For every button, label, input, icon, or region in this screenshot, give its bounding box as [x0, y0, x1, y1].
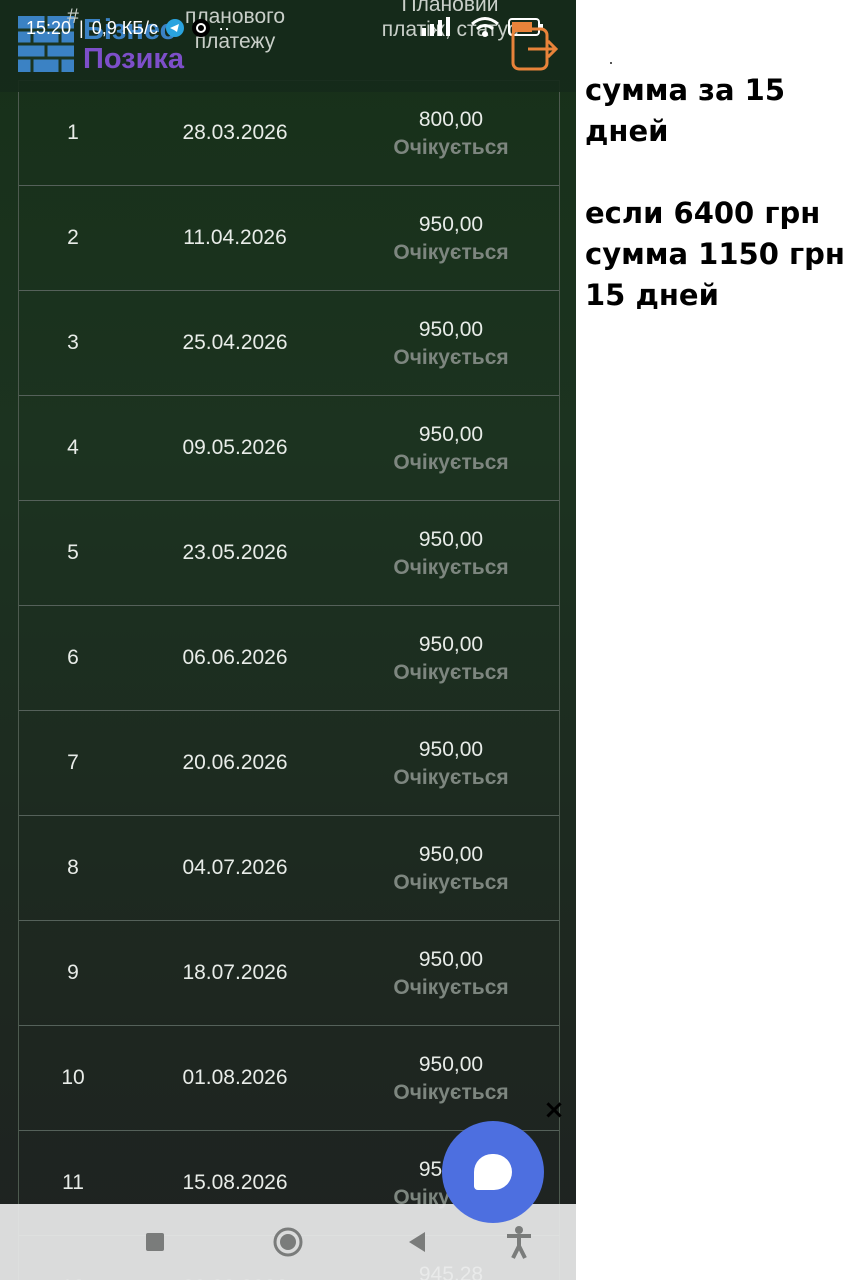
row-status: Очікується [393, 871, 509, 894]
row-date: 23.05.2026 [182, 541, 288, 564]
note-line-1: сумма за 15 [585, 73, 786, 107]
row-status: Очікується [393, 661, 509, 684]
row-amount: 950,00 [418, 528, 484, 551]
status-bar: 15:20 | 0,9 КБ/с ·· [26, 15, 230, 41]
row-date: 11.04.2026 [183, 226, 287, 249]
table-row: 3 25.04.2026 950,00 Очікується [19, 290, 559, 395]
status-time: 15:20 [26, 17, 72, 38]
row-number: 10 [61, 1066, 85, 1089]
row-amount: 950,00 [418, 738, 484, 761]
row-number: 8 [67, 856, 79, 879]
close-icon[interactable]: × [540, 1096, 568, 1124]
nav-home-icon[interactable] [270, 1224, 306, 1260]
row-amount: 950,00 [418, 843, 484, 866]
row-status: Очікується [393, 346, 509, 369]
row-status: Очікується [393, 241, 509, 264]
row-status: Очікується [393, 136, 509, 159]
status-speed: 0,9 КБ/с [91, 17, 159, 38]
nav-recent-icon[interactable] [137, 1224, 173, 1260]
phone-screen: Бізнес Позика 15:20 | 0,9 КБ/с ·· # план… [0, 0, 576, 1280]
accessibility-icon[interactable] [501, 1224, 537, 1260]
table-row: 6 06.06.2026 950,00 Очікується [19, 605, 559, 710]
row-status: Очікується [393, 556, 509, 579]
table-row: 10 01.08.2026 950,00 Очікується [19, 1025, 559, 1130]
row-date: 25.04.2026 [182, 331, 288, 354]
row-number: 4 [67, 436, 79, 459]
chat-icon [474, 1154, 512, 1190]
row-status: Очікується [393, 1081, 509, 1104]
table-row: 5 23.05.2026 950,00 Очікується [19, 500, 559, 605]
row-number: 1 [67, 121, 79, 144]
table-row: 2 11.04.2026 950,00 Очікується [19, 185, 559, 290]
nav-back-icon[interactable] [399, 1224, 435, 1260]
row-amount: 800,00 [418, 108, 484, 131]
wifi-icon [471, 17, 499, 37]
row-date: 04.07.2026 [182, 856, 288, 879]
status-more-icon: ·· [218, 17, 231, 38]
table-row: 8 04.07.2026 950,00 Очікується [19, 815, 559, 920]
note-line-5: 15 дней [585, 278, 719, 312]
exit-icon[interactable] [510, 26, 560, 72]
signal-icon [422, 17, 450, 36]
payment-schedule-table: 1 28.03.2026 800,00 Очікується 2 11.04.2026 95… [18, 80, 560, 1280]
row-amount: 950,00 [418, 423, 484, 446]
row-status: Очікується [393, 451, 509, 474]
row-date: 06.06.2026 [182, 646, 288, 669]
row-amount: 950,00 [418, 633, 484, 656]
table-row: 4 09.05.2026 950,00 Очікується [19, 395, 559, 500]
telegram-icon [166, 19, 185, 37]
annotation-notes: сумма за 15 дней если 6400 грн сумма 115… [585, 70, 847, 316]
note-gap [585, 152, 847, 193]
row-number: 9 [67, 961, 79, 984]
row-date: 28.03.2026 [182, 121, 288, 144]
table-row: 1 28.03.2026 800,00 Очікується [19, 80, 559, 185]
row-number: 6 [67, 646, 79, 669]
row-date: 20.06.2026 [182, 751, 288, 774]
row-amount: 950,00 [418, 948, 484, 971]
note-line-3: если 6400 грн [585, 196, 821, 230]
row-amount: 950,00 [418, 213, 484, 236]
note-line-4: сумма 1150 грн [585, 237, 845, 271]
table-row: 7 20.06.2026 950,00 Очікується [19, 710, 559, 815]
row-status: Очікується [393, 766, 509, 789]
row-number: 5 [67, 541, 79, 564]
row-date: 18.07.2026 [182, 961, 288, 984]
row-number: 2 [67, 226, 79, 249]
table-row: 9 18.07.2026 950,00 Очікується [19, 920, 559, 1025]
note-line-2: дней [585, 114, 669, 148]
row-date: 09.05.2026 [182, 436, 288, 459]
row-amount: 950,00 [418, 1053, 484, 1076]
row-number: 7 [67, 751, 79, 774]
threads-icon [192, 19, 211, 37]
chat-button[interactable] [442, 1121, 544, 1223]
row-status: Очікується [393, 976, 509, 999]
row-amount: 950,00 [418, 318, 484, 341]
status-separator: | [79, 17, 84, 38]
row-number: 3 [67, 331, 79, 354]
stray-dot [610, 62, 612, 64]
row-date: 01.08.2026 [182, 1066, 288, 1089]
